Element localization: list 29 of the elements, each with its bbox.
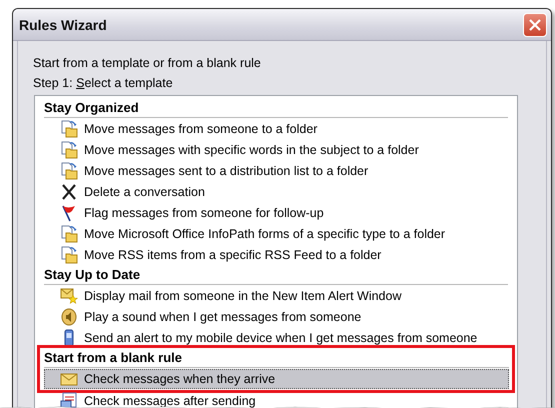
template-item[interactable]: Check messages after sending [44, 391, 508, 408]
template-item[interactable]: Flag messages from someone for follow-up [44, 203, 508, 223]
template-item[interactable]: Move messages with specific words in the subject to a folder [44, 140, 508, 160]
template-item[interactable]: Move messages from someone to a folder [44, 119, 508, 139]
folder-move-icon [60, 162, 78, 180]
close-button[interactable] [523, 12, 547, 36]
group-header: Stay Organized [44, 98, 508, 118]
group-header: Stay Up to Date [44, 265, 508, 285]
template-item[interactable]: Move messages sent to a distribution list to a folder [44, 161, 508, 181]
template-item[interactable]: Check messages when they arrive [44, 369, 509, 389]
mail-star-icon [60, 287, 78, 305]
template-item[interactable]: Move Microsoft Office InfoPath forms of a specific type to a folder [44, 224, 508, 244]
flag-icon [60, 204, 78, 222]
window-title: Rules Wizard [19, 16, 107, 32]
template-item[interactable]: Display mail from someone in the New Item Alert Window [44, 286, 508, 306]
group-header: Start from a blank rule [44, 348, 509, 368]
folder-move-icon [60, 225, 78, 243]
folder-move-icon [60, 141, 78, 159]
close-icon [528, 18, 542, 32]
folder-move-icon [60, 120, 78, 138]
folder-move-icon [60, 246, 78, 264]
step-label: Step 1: Select a template [33, 75, 174, 92]
template-item[interactable]: Move RSS items from a specific RSS Feed to a folder [44, 245, 508, 265]
template-item[interactable]: Delete a conversation [44, 182, 508, 202]
template-item[interactable]: Send an alert to my mobile device when I get messages from someone [44, 328, 508, 348]
x-icon [60, 183, 78, 201]
template-item[interactable]: Play a sound when I get messages from someone [44, 307, 508, 327]
speaker-icon [60, 308, 78, 326]
instruction-text: Start from a template or from a blank rule [33, 55, 262, 72]
